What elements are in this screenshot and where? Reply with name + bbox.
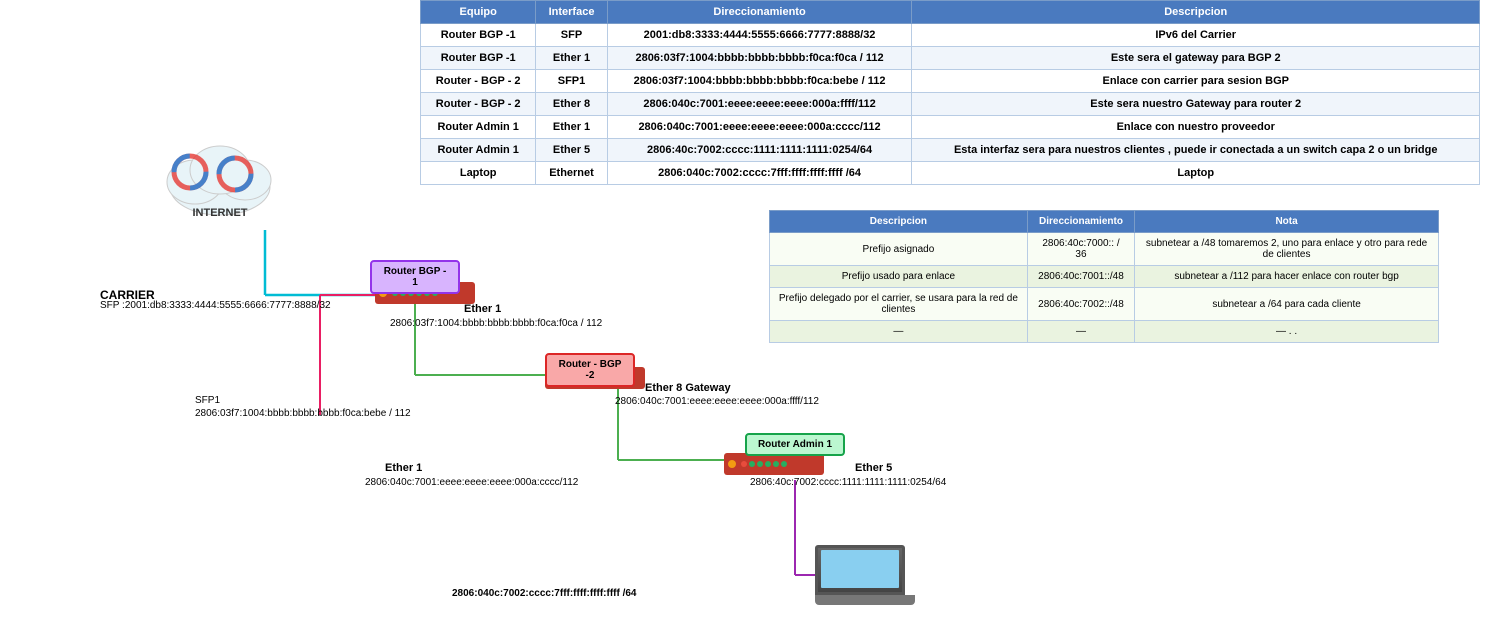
ether5-addr: 2806:40c:7002:cccc:1111:1111:1111:0254/6… [750, 477, 946, 488]
ether5-label: Ether 5 [855, 462, 892, 474]
sfp1-label: SFP1 [195, 395, 220, 406]
router-admin1-svg [724, 453, 824, 475]
router-admin1-text: Router Admin 1 [758, 439, 832, 450]
ether1-bgp1-label: Ether 1 [464, 303, 501, 315]
ether1-bgp2-addr: 2806:040c:7001:eeee:eeee:eeee:000a:cccc/… [365, 477, 578, 488]
router-admin1-label-box: Router Admin 1 [745, 433, 845, 456]
laptop-base [815, 595, 915, 605]
laptop-screen-inner [821, 550, 899, 588]
internet-cloud: INTERNET [155, 120, 285, 230]
sfp-label: SFP :2001:db8:3333:4444:5555:6666:7777:8… [100, 300, 331, 311]
network-diagram-lines [0, 0, 1500, 622]
sfp1-addr: 2806:03f7:1004:bbbb:bbbb:bbbb:f0ca:bebe … [195, 408, 411, 419]
router-bgp1-label-box: Router BGP -1 [370, 260, 460, 294]
router-bgp1-text: Router BGP -1 [384, 266, 447, 288]
ether8-label: Ether 8 Gateway [645, 382, 731, 394]
ether8-addr: 2806:040c:7001:eeee:eeee:eeee:000a:ffff/… [615, 396, 819, 407]
ether1-bgp1-addr: 2806:03f7:1004:bbbb:bbbb:bbbb:f0ca:f0ca … [390, 318, 602, 329]
laptop-addr: 2806:040c:7002:cccc:7fff:ffff:ffff:ffff … [452, 588, 637, 599]
laptop-screen [815, 545, 905, 595]
router-admin1-device [724, 453, 824, 478]
laptop-icon [815, 545, 915, 610]
router-bgp2-label-box: Router - BGP -2 [545, 353, 635, 387]
ether1-bgp2-label: Ether 1 [385, 462, 422, 474]
internet-label: INTERNET [193, 207, 248, 219]
router-bgp2-text: Router - BGP -2 [559, 359, 622, 381]
